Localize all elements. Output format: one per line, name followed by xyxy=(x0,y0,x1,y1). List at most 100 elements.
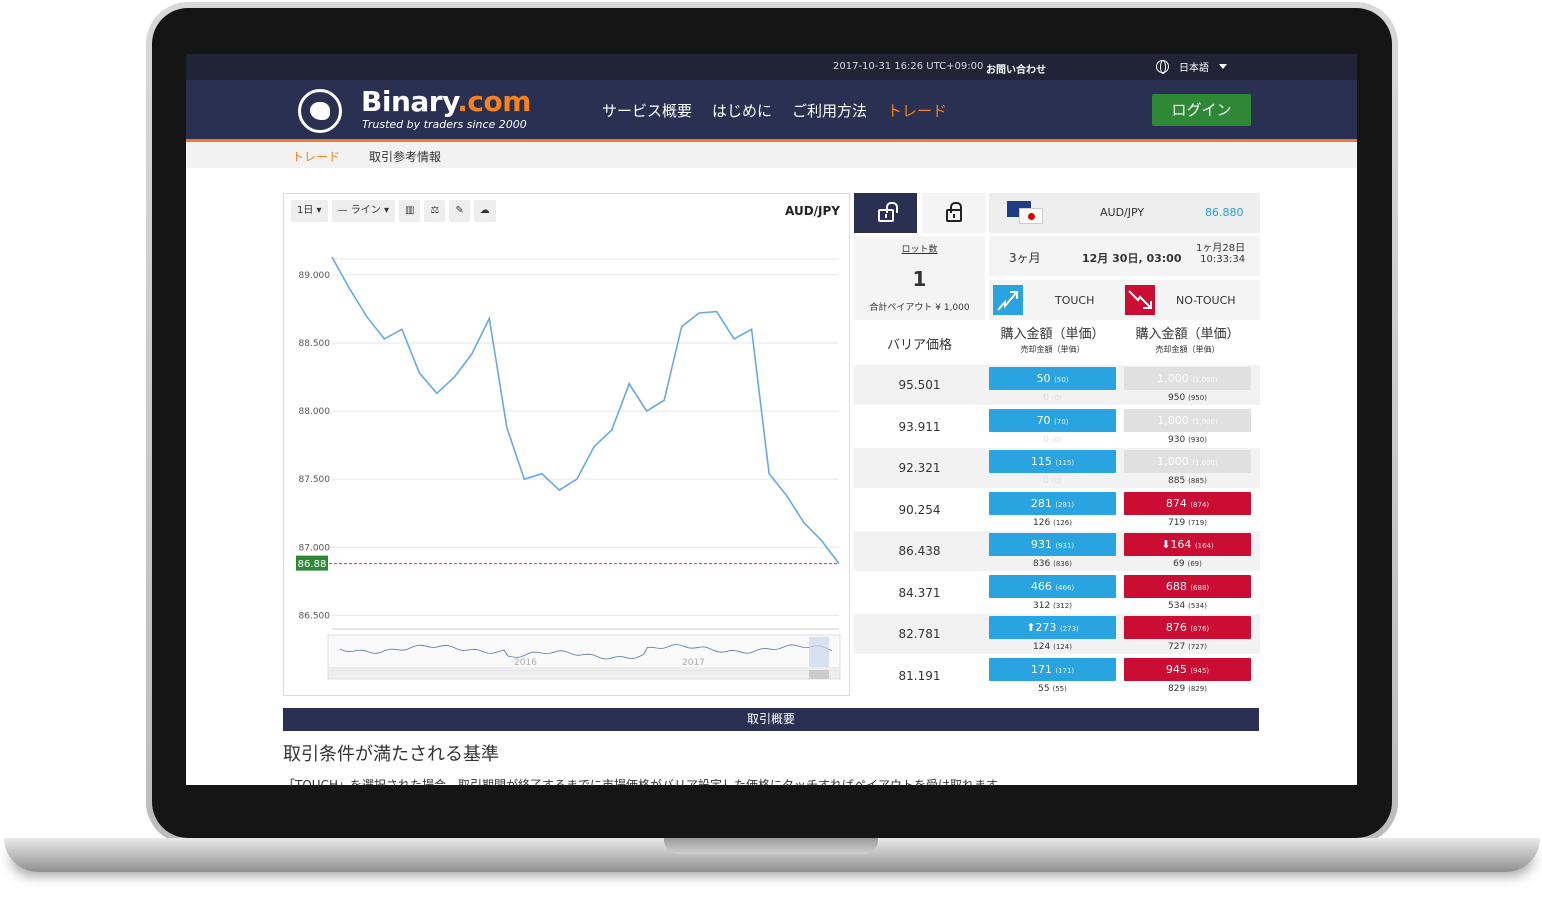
chevron-down-icon xyxy=(1219,64,1227,69)
table-row: 92.321 115 (115) 0 (0) 1,000 (1,000) 885… xyxy=(854,448,1260,488)
barrier-header: バリア価格 xyxy=(886,338,952,353)
no-touch-sell-price: 885 (885) xyxy=(1168,476,1207,486)
lot-box[interactable]: ロット数 1 合計ペイアウト ¥ 1,000 xyxy=(854,236,985,320)
y-tick-label: 88.500 xyxy=(299,339,331,349)
globe-icon xyxy=(1156,60,1169,74)
barrier-value: 95.501 xyxy=(898,378,941,392)
touch-sell-price: 124 (124) xyxy=(1033,642,1072,652)
touch-sell-price: 836 (836) xyxy=(1033,559,1072,569)
main-header: Binary.com Trusted by traders since 2000… xyxy=(186,80,1357,142)
no-touch-sell-price: 829 (829) xyxy=(1168,683,1207,694)
no-touch-icon[interactable] xyxy=(1125,285,1155,315)
laptop-notch xyxy=(664,838,878,854)
no-touch-buy-button[interactable]: 1,000 (1,000) xyxy=(1124,408,1251,432)
brand-name[interactable]: Binary.com xyxy=(361,85,531,118)
no-touch-buy-button[interactable]: ⬇164 (164) xyxy=(1124,533,1251,556)
language-label: 日本語 xyxy=(1179,63,1209,74)
touch-buy-button[interactable]: ⬆273 (273) xyxy=(989,616,1116,639)
asset-name: AUD/JPY xyxy=(1100,206,1145,219)
touch-buy-button[interactable]: 115 (115) xyxy=(989,450,1116,473)
navigator xyxy=(327,634,841,669)
brand-tagline: Trusted by traders since 2000 xyxy=(362,118,527,131)
touch-sell-price: 55 (55) xyxy=(1038,683,1067,694)
table-row: 84.371 466 (466) 312 (312) 688 (688) 534… xyxy=(854,573,1260,613)
unlock-button[interactable] xyxy=(854,193,917,233)
lock-button[interactable] xyxy=(922,193,985,233)
login-button[interactable]: ログイン xyxy=(1152,94,1251,126)
touch-sell-price: 0 (0) xyxy=(1043,393,1062,403)
no-touch-sell-price: 534 (534) xyxy=(1168,600,1207,611)
price-chart[interactable]: 1日 ▾ — ライン ▾ ▥ ⚖ ✎ ☁ AUD/JPY 89.000 88.50… xyxy=(283,193,850,696)
main-menu: サービス概要 はじめに ご利用方法 トレード xyxy=(602,100,947,121)
language-selector[interactable]: 日本語 xyxy=(1156,59,1227,74)
touch-buy-button[interactable]: 70 (70) xyxy=(989,408,1116,432)
touch-sell-price: 0 (0) xyxy=(1043,434,1062,445)
table-row: 81.191 171 (171) 55 (55) 945 (945) 829 (… xyxy=(854,656,1260,696)
menu-item-how-to-use[interactable]: ご利用方法 xyxy=(792,100,867,121)
browser-screen: 2017-10-31 16:26 UTC+09:00 お問い合わせ 日本語 Bi… xyxy=(186,54,1357,785)
touch-buy-button[interactable]: 50 (50) xyxy=(989,367,1116,390)
lot-label: ロット数 xyxy=(901,245,938,255)
lot-value: 1 xyxy=(912,267,927,291)
top-bar: 2017-10-31 16:26 UTC+09:00 お問い合わせ 日本語 xyxy=(186,54,1357,80)
current-price-label: 86.88 xyxy=(298,559,327,570)
no-touch-sell-price: 719 (719) xyxy=(1168,517,1207,528)
summary-bar[interactable]: 取引概要 xyxy=(283,708,1259,731)
barrier-value: 81.191 xyxy=(898,668,941,683)
duration-selector[interactable]: 3ヶ月 12月 30日, 03:00 1ヶ月28日 10:33:34 xyxy=(989,236,1260,276)
navigator-year-label: 2016 xyxy=(514,658,537,668)
y-tick-label: 86.500 xyxy=(299,611,331,621)
no-touch-buy-button[interactable]: 876 (876) xyxy=(1124,616,1251,639)
subnav-reference[interactable]: 取引参考情報 xyxy=(369,148,441,165)
sub-navigation: トレード 取引参考情報 xyxy=(186,142,1357,168)
touch-buy-button[interactable]: 931 (931) xyxy=(989,533,1116,556)
expiry-time: 12月 30日, 03:00 xyxy=(1082,252,1182,265)
series-line xyxy=(331,256,840,565)
y-tick-label: 87.500 xyxy=(299,475,331,485)
no-touch-buy-button[interactable]: 1,000 (1,000) xyxy=(1124,450,1251,473)
subnav-trade[interactable]: トレード xyxy=(292,148,340,165)
touch-sell-price: 0 (0) xyxy=(1043,476,1062,486)
navigator-scrollbar xyxy=(327,669,841,680)
no-touch-buy-button[interactable]: 688 (688) xyxy=(1124,574,1251,598)
no-touch-price-header: 購入金額（単価） 売却金額（単価） xyxy=(1135,327,1240,354)
touch-buy-button[interactable]: 171 (171) xyxy=(989,657,1116,681)
lock-icon xyxy=(946,202,962,222)
table-row: 95.501 50 (50) 0 (0) 1,000 (1,000) 950 (… xyxy=(854,365,1260,405)
asset-selector[interactable]: AUD/JPY 86.880 xyxy=(989,193,1260,233)
table-row: 86.438 931 (931) 836 (836) ⬇164 (164) 69… xyxy=(854,531,1260,571)
no-touch-buy-button[interactable]: 1,000 (1,000) xyxy=(1124,367,1251,390)
barrier-value: 92.321 xyxy=(898,461,941,475)
no-touch-label[interactable]: NO-TOUCH xyxy=(1176,294,1236,307)
table-row: 82.781 ⬆273 (273) 124 (124) 876 (876) 72… xyxy=(854,614,1260,654)
y-tick-label: 89.000 xyxy=(299,271,331,281)
touch-icon[interactable] xyxy=(993,285,1023,315)
touch-buy-button[interactable]: 281 (281) xyxy=(989,491,1116,515)
table-row: 93.911 70 (70) 0 (0) 1,000 (1,000) 930 (… xyxy=(854,407,1260,447)
touch-buy-button[interactable]: 466 (466) xyxy=(989,574,1116,598)
scrollbar-thumb xyxy=(809,670,829,679)
trade-type-selector[interactable]: TOUCH NO-TOUCH xyxy=(989,280,1260,320)
japan-flag-icon xyxy=(1019,208,1043,224)
bull-logo-icon[interactable] xyxy=(298,89,342,133)
navigator-window xyxy=(809,637,829,667)
navigator-year-label: 2017 xyxy=(682,658,705,668)
touch-label[interactable]: TOUCH xyxy=(1055,294,1094,307)
no-touch-buy-button[interactable]: 945 (945) xyxy=(1124,657,1251,681)
contact-link[interactable]: お問い合わせ xyxy=(986,61,1046,76)
barrier-value: 90.254 xyxy=(898,502,941,517)
no-touch-sell-price: 930 (930) xyxy=(1168,434,1207,445)
server-time: 2017-10-31 16:26 UTC+09:00 xyxy=(833,61,984,72)
total-payout: 合計ペイアウト ¥ 1,000 xyxy=(869,303,970,313)
no-touch-sell-price: 69 (69) xyxy=(1173,559,1202,569)
touch-price-header: 購入金額（単価） 売却金額（単価） xyxy=(1000,327,1105,354)
barrier-value: 86.438 xyxy=(898,544,941,558)
no-touch-buy-button[interactable]: 874 (874) xyxy=(1124,491,1251,515)
touch-sell-price: 126 (126) xyxy=(1033,517,1072,528)
menu-item-trade[interactable]: トレード xyxy=(887,100,947,121)
touch-sell-price: 312 (312) xyxy=(1033,600,1072,611)
y-tick-label: 87.000 xyxy=(299,543,331,553)
menu-item-getting-started[interactable]: はじめに xyxy=(712,100,772,121)
barrier-value: 84.371 xyxy=(898,585,941,600)
menu-item-overview[interactable]: サービス概要 xyxy=(602,100,692,121)
